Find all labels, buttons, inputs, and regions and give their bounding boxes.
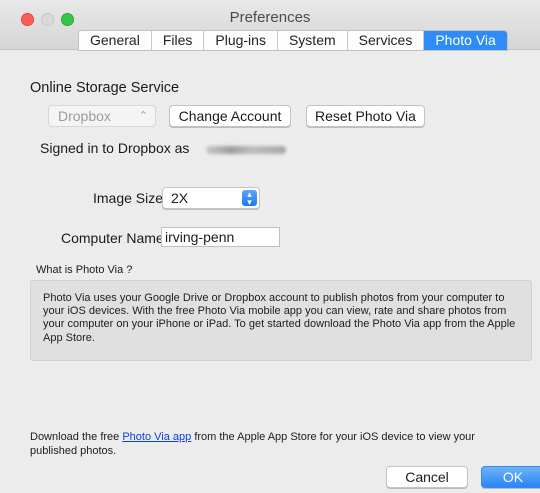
image-size-select[interactable]: 2X ▴ ▾ [162, 187, 260, 209]
storage-service-value: Dropbox [58, 108, 111, 124]
online-storage-title: Online Storage Service [30, 80, 180, 96]
up-down-arrows-icon: ▴ ▾ [242, 190, 257, 207]
photo-via-app-link[interactable]: Photo Via app [122, 431, 191, 443]
tab-photo-via[interactable]: Photo Via [424, 31, 507, 50]
tab-bar: General Files Plug-ins System Services P… [78, 30, 508, 51]
computer-name-label: Computer Name [61, 230, 164, 246]
tab-general[interactable]: General [79, 31, 152, 50]
chevron-up-down-icon: ⌃ [138, 110, 148, 122]
tab-plug-ins[interactable]: Plug-ins [204, 31, 278, 50]
photo-via-info-box: Photo Via uses your Google Drive or Drop… [30, 280, 532, 361]
photo-via-info-text: Photo Via uses your Google Drive or Drop… [43, 292, 516, 344]
redacted-email [206, 146, 286, 154]
footer-text: Download the free Photo Via app from the… [30, 431, 520, 458]
tab-system[interactable]: System [277, 31, 348, 50]
title-bar: Preferences General Files Plug-ins Syste… [0, 0, 540, 51]
computer-name-field[interactable]: irving-penn [161, 227, 280, 247]
window-title: Preferences [229, 9, 311, 26]
what-is-heading: What is Photo Via ? [36, 264, 133, 276]
ok-button[interactable]: OK [481, 466, 540, 488]
tab-files[interactable]: Files [151, 31, 205, 50]
image-size-label: Image Size [93, 190, 164, 206]
signed-in-label: Signed in to Dropbox as [40, 140, 190, 156]
change-account-button[interactable]: Change Account [169, 105, 291, 127]
tab-services[interactable]: Services [347, 31, 425, 50]
footer-text-before: Download the free [30, 431, 123, 443]
preferences-pane: Online Storage Service Dropbox ⌃ Change … [0, 51, 540, 493]
storage-service-select: Dropbox ⌃ [48, 105, 156, 127]
cancel-button[interactable]: Cancel [386, 466, 468, 488]
reset-photo-via-button[interactable]: Reset Photo Via [306, 105, 425, 127]
image-size-value: 2X [171, 190, 189, 206]
